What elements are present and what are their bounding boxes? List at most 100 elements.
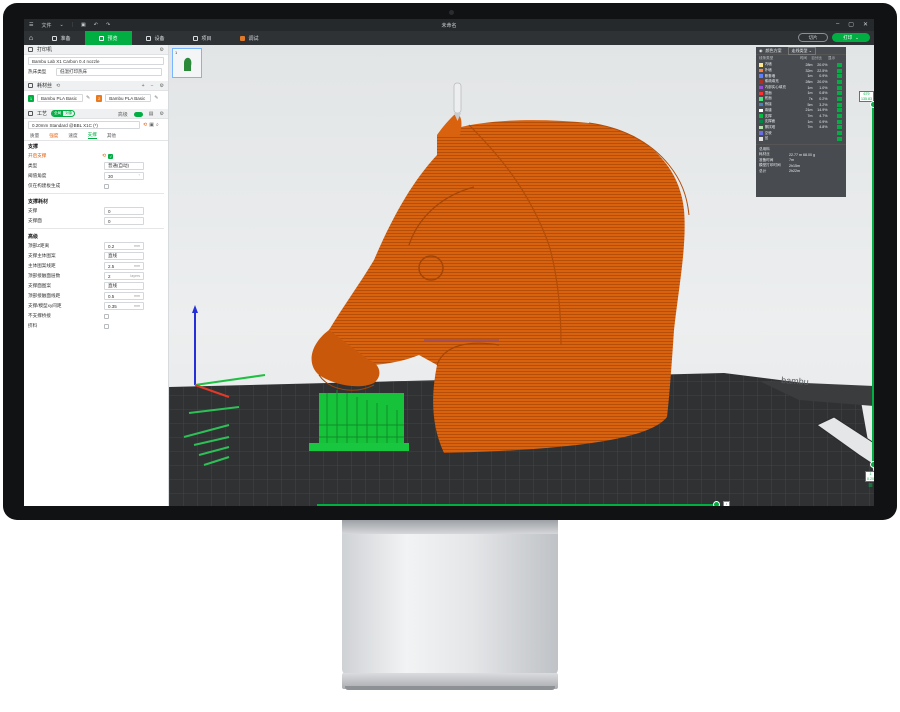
eye-icon[interactable]: ◉: [759, 48, 763, 53]
settings-icon[interactable]: ⚙: [160, 83, 164, 89]
reset-icon[interactable]: ⟲: [102, 153, 106, 159]
tab-device[interactable]: 设备: [132, 31, 179, 45]
tab-project[interactable]: 项目: [179, 31, 226, 45]
advanced-row: 支撑面图案 直线: [24, 281, 168, 291]
tab-others[interactable]: 其他: [107, 133, 116, 139]
threshold-angle-input[interactable]: 30 °: [104, 172, 144, 180]
tab-debug[interactable]: 调试: [226, 31, 273, 45]
filament-section-header: 耗材丝 ⟲ + − ⚙: [24, 81, 168, 91]
support-interface-filament-label: 支撑面: [28, 218, 42, 223]
legend-visibility-toggle[interactable]: [836, 114, 842, 119]
legend-rows: 内墙 28m 20.0% 外墙 32m 22.5% 悬垂墙 1m 0.9% 稀疏填充 28m 20.0…: [756, 62, 846, 142]
top-z-distance-input[interactable]: 0.2 mm: [104, 242, 144, 250]
axis-gizmo: [192, 305, 266, 398]
hamburger-icon[interactable]: ☰: [29, 22, 33, 28]
tune-icon[interactable]: ⚙: [160, 111, 164, 118]
global-toggle[interactable]: 全局 对象: [51, 110, 76, 117]
compare-icon[interactable]: ▤: [149, 111, 154, 118]
filament-slot-2-badge[interactable]: 2: [96, 94, 103, 102]
process-icon: [28, 111, 33, 116]
top-interface-layers-select[interactable]: 2 layers: [104, 272, 144, 280]
monitor-bezel: ☰ 文件 ⌄ | ▣ ↶ ↷ 未命名 – ▢ ✕ ⌂ 准备 预览 设备 项目 调…: [3, 3, 897, 520]
tab-speed[interactable]: 速度: [68, 133, 77, 139]
legend-visibility-toggle[interactable]: [836, 62, 842, 67]
legend-visibility-toggle[interactable]: [836, 74, 842, 79]
base-pattern-spacing-input[interactable]: 2.5 mm: [104, 262, 144, 270]
legend-swatch: [759, 108, 763, 113]
remove-icon[interactable]: −: [151, 83, 154, 89]
bed-type-select[interactable]: 低温打印热床: [56, 68, 162, 76]
layer-slider-top-handle[interactable]: [870, 101, 874, 108]
advanced-switch[interactable]: [133, 112, 143, 117]
legend-visibility-toggle[interactable]: [836, 131, 842, 136]
save-icon[interactable]: ▣: [81, 22, 86, 28]
legend-visibility-toggle[interactable]: [836, 91, 842, 96]
support-interface-filament-select[interactable]: 0: [104, 217, 144, 225]
move-slider-track[interactable]: [317, 504, 717, 506]
minimize-icon[interactable]: –: [836, 21, 839, 28]
filament-icon: [28, 83, 33, 88]
move-slider-handle[interactable]: [713, 501, 720, 506]
settings-icon[interactable]: ⚙: [160, 47, 164, 53]
tab-preview[interactable]: 预览: [85, 31, 132, 45]
edit-icon[interactable]: ✎: [86, 95, 90, 101]
reset-icon[interactable]: ⟲: [143, 122, 147, 128]
close-icon[interactable]: ✕: [863, 21, 868, 28]
layer-slider-bottom-handle[interactable]: [870, 461, 874, 468]
monitor-stand: [342, 520, 558, 675]
process-subtabs: 质量 强度 速度 支撑 其他: [24, 131, 168, 141]
no-bridge-label: 不支撑桥接: [28, 313, 51, 318]
enable-support-checkbox[interactable]: ✓: [108, 153, 114, 159]
color-scheme-select[interactable]: 走线类型 ⌄: [787, 46, 816, 55]
no-bridge-checkbox[interactable]: [104, 313, 109, 319]
slice-button[interactable]: 切片: [798, 33, 828, 42]
support-type-select[interactable]: 普通(自动): [104, 162, 144, 170]
filament-slot-2-select[interactable]: Bambu PLA Basic: [105, 94, 152, 102]
legend-visibility-toggle[interactable]: [836, 102, 842, 107]
layers-stack-icon[interactable]: ≣: [868, 482, 873, 489]
tab-support[interactable]: 支撑: [87, 132, 97, 139]
search-icon[interactable]: ⌕: [156, 122, 159, 128]
support-object-xy-distance-input[interactable]: 0.35 mm: [104, 302, 144, 310]
filament-slot-1-badge[interactable]: 1: [28, 94, 34, 102]
process-preset-select[interactable]: 0.20mm Standard @BBL X1C (*): [28, 121, 140, 129]
edit-icon[interactable]: ✎: [154, 95, 158, 101]
add-icon[interactable]: +: [142, 83, 145, 89]
support-base-filament-select[interactable]: 0: [104, 207, 144, 215]
legend-visibility-toggle[interactable]: [836, 85, 842, 90]
redo-icon[interactable]: ↷: [106, 22, 110, 28]
legend-visibility-toggle[interactable]: [836, 79, 842, 84]
legend-visibility-toggle[interactable]: [836, 96, 842, 101]
save-preset-icon[interactable]: ▣: [149, 122, 154, 128]
printer-select[interactable]: Bambu Lab X1 Carbon 0.4 nozzle: [28, 57, 164, 65]
legend-visibility-toggle[interactable]: [836, 125, 842, 130]
legend-visibility-toggle[interactable]: [836, 136, 842, 141]
top-interface-spacing-input[interactable]: 0.5 mm: [104, 292, 144, 300]
on-build-plate-checkbox[interactable]: [104, 183, 109, 189]
nozzle-indicator: [453, 82, 462, 121]
undo-icon[interactable]: ↶: [94, 22, 98, 28]
base-pattern-select[interactable]: 直线: [104, 252, 144, 260]
legend-panel: ◉ 颜色方案 走线类型 ⌄ 线条类型 时间 百分比 显示 内墙 28m 20.0% 外…: [756, 46, 846, 197]
interface-pattern-select[interactable]: 直线: [104, 282, 144, 290]
sync-icon[interactable]: ⟲: [56, 83, 60, 89]
home-icon[interactable]: ⌂: [24, 31, 38, 45]
independent-support-checkbox[interactable]: [104, 323, 109, 329]
layer-slider-track[interactable]: [872, 105, 874, 465]
3d-preview-viewport[interactable]: bambu 1 ◉ 颜色方案 走线类型 ⌄ 线条类型 时间 百分比 显示 内墙 …: [169, 45, 874, 506]
filament-slot-1-select[interactable]: Bambu PLA Basic: [37, 94, 83, 102]
chevron-down-icon[interactable]: ⌄: [60, 22, 64, 28]
legend-row[interactable]: 回: [756, 136, 846, 142]
file-menu[interactable]: 文件: [41, 22, 51, 29]
plate-thumbnail[interactable]: 1: [172, 48, 202, 78]
settings-panel: 打印机 ⚙ Bambu Lab X1 Carbon 0.4 nozzle 热床类…: [24, 45, 169, 506]
move-slider-menu-icon[interactable]: ⋮: [723, 501, 730, 506]
legend-visibility-toggle[interactable]: [836, 68, 842, 73]
tab-prepare[interactable]: 准备: [38, 31, 85, 45]
tab-quality[interactable]: 质量: [30, 133, 39, 139]
print-button[interactable]: 打印 ⌄: [832, 33, 870, 42]
legend-visibility-toggle[interactable]: [836, 108, 842, 113]
legend-visibility-toggle[interactable]: [836, 119, 842, 124]
tab-strength[interactable]: 强度: [49, 133, 58, 139]
maximize-icon[interactable]: ▢: [848, 21, 854, 28]
